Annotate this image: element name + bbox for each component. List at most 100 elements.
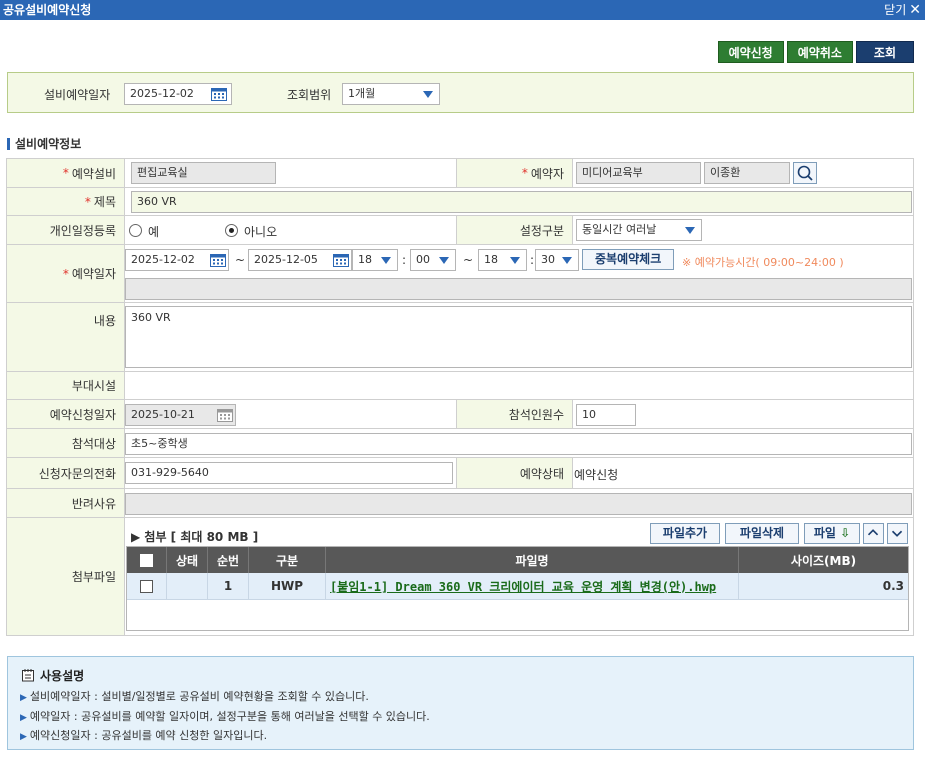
header-seq: 순번 — [208, 547, 249, 573]
period-start-value: 2025-12-02 — [131, 253, 195, 266]
search-date-label: 설비예약일자 — [44, 88, 111, 102]
apply-date-input[interactable]: 2025-10-21 — [125, 404, 236, 426]
calendar-icon[interactable] — [211, 87, 227, 101]
apply-date-value: 2025-10-21 — [131, 408, 195, 421]
guide-item: ▶ 설비예약일자 : 설비별/일정별로 공유설비 예약현황을 조회할 수 있습니다… — [20, 688, 369, 704]
form-row-content: 내용 360 VR — [6, 303, 914, 372]
close-button[interactable]: 닫기 ✕ — [884, 0, 921, 20]
select-all-checkbox[interactable] — [140, 553, 153, 567]
file-select-cell — [127, 573, 167, 599]
reserver-label: * 예약자 — [456, 159, 573, 187]
usage-guide: 사용설명 ▶ 설비예약일자 : 설비별/일정별로 공유설비 예약현황을 조회할 수… — [7, 656, 914, 750]
chevron-up-icon — [867, 529, 879, 536]
start-minute-value: 00 — [416, 253, 430, 266]
guide-title-text: 사용설명 — [40, 669, 85, 683]
period-label: * 예약일자 — [7, 245, 125, 302]
triangle-right-icon: ▶ — [20, 732, 27, 742]
search-range-label: 조회범위 — [287, 88, 332, 102]
apply-date-label: 예약신청일자 — [7, 400, 125, 428]
apply-button[interactable]: 예약신청 — [717, 41, 784, 63]
reserver-dept-input[interactable]: 미디어교육부 — [576, 162, 701, 184]
end-minute-select[interactable]: 30 — [535, 249, 579, 271]
notepad-icon — [22, 669, 34, 682]
calendar-icon[interactable] — [333, 253, 349, 267]
content-label: 내용 — [7, 303, 125, 371]
window-titlebar: 공유설비예약신청 닫기 ✕ — [0, 0, 925, 20]
time-colon: : — [530, 253, 535, 267]
file-table: 상태 순번 구분 파일명 사이즈(MB) 1 HWP [붙임1-1] Dream… — [126, 546, 909, 631]
setting-label: 설정구분 — [456, 216, 573, 244]
file-add-button[interactable]: 파일추가 — [650, 523, 720, 544]
file-name-link[interactable]: [붙임1-1] Dream 360 VR 크리에이터 교육 운영 계획 변경(안… — [330, 578, 716, 595]
guide-item-text: 예약일자 : 공유설비를 예약할 일자이며, 설정구분을 통해 여러날을 선택할… — [29, 710, 430, 723]
section-title: 설비예약정보 — [7, 138, 81, 150]
header-type: 구분 — [249, 547, 326, 573]
subject-label-text: 제목 — [93, 195, 116, 209]
cancel-reservation-button[interactable]: 예약취소 — [786, 41, 853, 63]
reserver-search-button[interactable] — [793, 162, 817, 184]
start-minute-select[interactable]: 00 — [410, 249, 456, 271]
start-hour-value: 18 — [358, 253, 372, 266]
attach-caption: ▶ 첨부 [ 최대 80 MB ] — [131, 530, 259, 544]
setting-select[interactable]: 동일시간 여러날 — [576, 219, 702, 241]
search-range-select[interactable]: 1개월 — [342, 83, 440, 105]
end-hour-select[interactable]: 18 — [478, 249, 527, 271]
content-textarea[interactable]: 360 VR — [125, 306, 912, 368]
form-row-phone: 신청자문의전화 031-929-5640 예약상태 예약신청 — [6, 458, 914, 489]
file-select-checkbox[interactable] — [140, 579, 153, 593]
end-minute-value: 30 — [541, 253, 555, 266]
subject-label: * 제목 — [7, 188, 125, 215]
triangle-right-icon: ▶ — [20, 693, 27, 703]
start-hour-select[interactable]: 18 — [352, 249, 398, 271]
period-detail-field — [125, 278, 912, 300]
chevron-down-icon — [381, 257, 391, 264]
setting-value: 동일시간 여러날 — [582, 223, 657, 236]
facility-input[interactable]: 편집교육실 — [131, 162, 276, 184]
search-date-input[interactable]: 2025-12-02 — [124, 83, 232, 105]
available-time-note: ※ 예약가능시간( 09:00~24:00 ) — [682, 256, 844, 269]
attendees-target-label: 참석대상 — [7, 429, 125, 457]
personal-no-radio[interactable] — [225, 224, 238, 237]
chevron-down-icon — [685, 227, 695, 234]
file-state-cell — [167, 573, 208, 599]
file-type: HWP — [249, 573, 326, 599]
search-button[interactable]: 조회 — [855, 41, 914, 63]
reject-reason-field — [125, 493, 912, 515]
move-down-button[interactable] — [887, 523, 908, 544]
form-row-target: 참석대상 초5~중학생 — [6, 429, 914, 458]
chevron-down-icon — [423, 91, 433, 98]
file-delete-button[interactable]: 파일삭제 — [725, 523, 799, 544]
facility-label: * 예약설비 — [7, 159, 125, 187]
file-table-header: 상태 순번 구분 파일명 사이즈(MB) — [127, 547, 908, 573]
guide-item: ▶ 예약일자 : 공유설비를 예약할 일자이며, 설정구분을 통해 여러날을 선택… — [20, 708, 430, 724]
attendees-target-input[interactable]: 초5~중학생 — [125, 433, 912, 455]
move-up-button[interactable] — [863, 523, 884, 544]
file-row[interactable]: 1 HWP [붙임1-1] Dream 360 VR 크리에이터 교육 운영 계… — [127, 573, 908, 600]
reserver-label-text: 예약자 — [530, 166, 564, 181]
extra-facility-label: 부대시설 — [7, 372, 125, 399]
form-row-period: * 예약일자 2025-12-02 ~ 2025-12-05 18 : 00 ~ … — [6, 245, 914, 303]
subject-input[interactable]: 360 VR — [131, 191, 912, 213]
search-date-value: 2025-12-02 — [130, 87, 194, 100]
reject-reason-label: 반려사유 — [7, 489, 125, 517]
header-filename: 파일명 — [326, 547, 739, 573]
duplicate-check-button[interactable]: 중복예약체크 — [582, 249, 675, 270]
file-name-cell: [붙임1-1] Dream 360 VR 크리에이터 교육 운영 계획 변경(안… — [326, 573, 739, 599]
end-hour-value: 18 — [484, 253, 498, 266]
chevron-down-icon — [510, 257, 520, 264]
chevron-down-icon — [891, 530, 903, 537]
calendar-icon[interactable] — [210, 253, 226, 267]
reserver-name-input[interactable]: 이종환 — [704, 162, 790, 184]
attendees-count-input[interactable]: 10 — [576, 404, 636, 426]
period-end-value: 2025-12-05 — [254, 253, 318, 266]
phone-input[interactable]: 031-929-5640 — [125, 462, 453, 484]
period-tilde: ~ — [235, 253, 246, 267]
file-download-button[interactable]: 파일 ⇩ — [804, 523, 860, 544]
form-row-personal: 개인일정등록 예 아니오 설정구분 동일시간 여러날 — [6, 216, 914, 245]
period-start-input[interactable]: 2025-12-02 — [125, 249, 229, 271]
phone-label: 신청자문의전화 — [7, 458, 125, 488]
calendar-icon — [217, 409, 233, 422]
period-end-input[interactable]: 2025-12-05 — [248, 249, 352, 271]
personal-yes-radio[interactable] — [129, 224, 142, 237]
close-label: 닫기 — [884, 3, 907, 17]
